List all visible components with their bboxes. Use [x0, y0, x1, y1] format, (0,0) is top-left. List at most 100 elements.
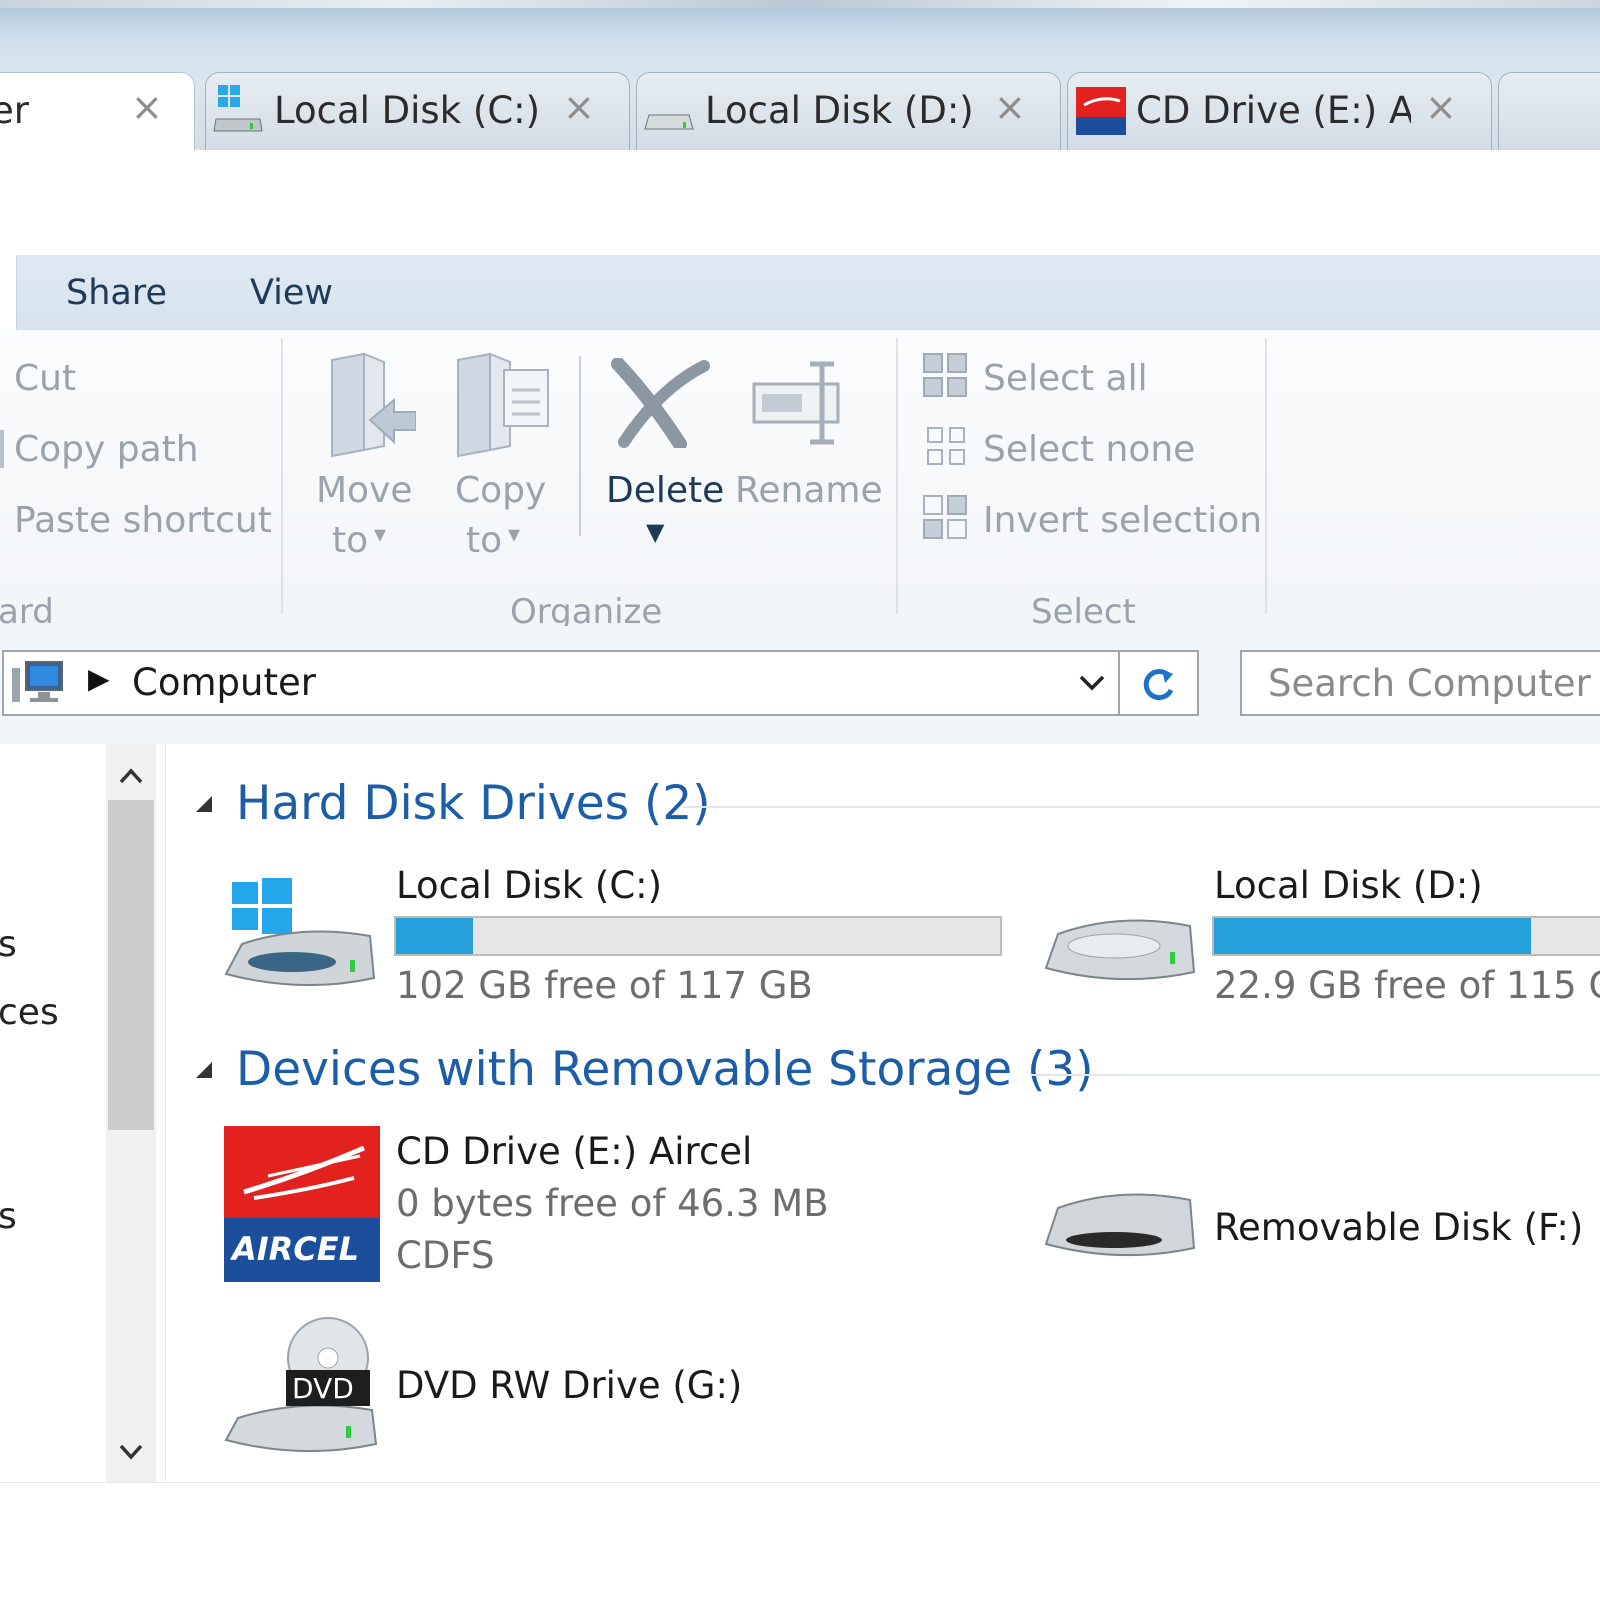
- collapse-arrow-icon[interactable]: [194, 794, 216, 816]
- drive-name: Local Disk (D:): [1214, 864, 1483, 907]
- tab-view[interactable]: View: [250, 273, 333, 313]
- rename-button[interactable]: Rename: [730, 342, 883, 562]
- refresh-button[interactable]: [1119, 650, 1199, 716]
- group-separator: [281, 338, 283, 614]
- search-placeholder: Search Computer: [1268, 662, 1591, 705]
- aircel-logo-icon: AIRCEL: [224, 1126, 380, 1282]
- drive-item-removable-f[interactable]: Removable Disk (F:): [1040, 1164, 1600, 1284]
- select-all-button[interactable]: Select all: [983, 358, 1148, 399]
- tab-new[interactable]: [1498, 72, 1600, 150]
- aircel-logo-text: AIRCEL: [232, 1230, 360, 1268]
- tab-label: er: [0, 89, 29, 132]
- search-input[interactable]: Search Computer: [1240, 650, 1600, 716]
- drive-item-dvd-g[interactable]: DVD DVD RW Drive (G:): [222, 1314, 922, 1464]
- copy-path-icon: [0, 430, 4, 468]
- invert-selection-button[interactable]: Invert selection: [983, 500, 1262, 541]
- aircel-swoosh-icon: [243, 1145, 365, 1200]
- ribbon-header-space: [0, 150, 1600, 255]
- move-to-label-2: to: [332, 520, 369, 561]
- delete-button[interactable]: Delete ▼: [600, 342, 724, 562]
- collapse-arrow-icon[interactable]: [194, 1060, 216, 1082]
- scroll-thumb[interactable]: [108, 800, 154, 1130]
- drive-item-c[interactable]: Local Disk (C:) 102 GB free of 117 GB: [222, 864, 1072, 1014]
- close-icon[interactable]: ×: [994, 87, 1026, 127]
- move-to-label: Move: [316, 470, 413, 511]
- drive-name: Removable Disk (F:): [1214, 1206, 1584, 1249]
- rename-icon: [752, 361, 840, 445]
- tab-label: Local Disk (C:): [274, 89, 541, 132]
- address-bar[interactable]: ▶ Computer: [2, 650, 1120, 716]
- drive-usage-fill: [396, 918, 474, 954]
- windows-drive-icon: [224, 878, 376, 987]
- select-none-button[interactable]: Select none: [983, 429, 1195, 470]
- group-separator: [1265, 338, 1267, 614]
- close-icon[interactable]: ×: [1425, 87, 1457, 127]
- hard-drive-icon: [1044, 919, 1196, 981]
- close-icon[interactable]: ×: [131, 87, 163, 127]
- move-to-icon: [331, 352, 416, 458]
- drive-filesystem: CDFS: [396, 1234, 495, 1277]
- drive-space-info: 22.9 GB free of 115 GB: [1214, 964, 1600, 1007]
- delete-label: Delete: [606, 470, 725, 511]
- tab-strip: er × Local Disk (C:) × Local Disk (D:) ×: [0, 0, 1600, 150]
- drive-usage-bar: [394, 916, 1002, 956]
- drive-name: Local Disk (C:): [396, 864, 663, 907]
- scroll-up-icon[interactable]: [118, 766, 144, 786]
- window-top-band: [0, 0, 1600, 8]
- rename-label: Rename: [735, 470, 883, 511]
- tab-share[interactable]: Share: [66, 273, 167, 313]
- tab-local-disk-d[interactable]: Local Disk (D:) ×: [636, 72, 1061, 150]
- ribbon-tab-row: Share View: [0, 255, 1600, 331]
- copy-to-label-2: to: [466, 520, 503, 561]
- copy-path-button[interactable]: Copy path: [14, 429, 199, 470]
- group-title-removable[interactable]: Devices with Removable Storage (3): [236, 1042, 1094, 1097]
- copy-to-button[interactable]: Copy to ▾: [450, 342, 550, 562]
- copy-to-icon: [457, 352, 549, 458]
- copy-to-label: Copy: [455, 470, 547, 511]
- aircel-icon: [1074, 83, 1128, 139]
- tab-local-disk-c[interactable]: Local Disk (C:) ×: [205, 72, 630, 150]
- windows-drive-icon: [212, 83, 266, 139]
- group-separator: [896, 338, 898, 614]
- chevron-down-icon[interactable]: [1078, 672, 1106, 694]
- breadcrumb-arrow-icon[interactable]: ▶: [88, 662, 110, 695]
- tab-computer[interactable]: er ×: [0, 72, 195, 150]
- move-to-button[interactable]: Move to ▾: [312, 342, 416, 562]
- nav-item-label[interactable]: ces: [0, 992, 59, 1033]
- close-icon[interactable]: ×: [563, 87, 595, 127]
- breadcrumb-computer[interactable]: Computer: [132, 661, 316, 704]
- paste-shortcut-button[interactable]: Paste shortcut: [14, 500, 272, 541]
- ribbon-body: Cut Copy path Paste shortcut ard Move to…: [0, 330, 1600, 632]
- drive-name: DVD RW Drive (G:): [396, 1364, 743, 1407]
- dvd-badge-label: DVD: [292, 1372, 354, 1405]
- drive-name: CD Drive (E:) Aircel: [396, 1130, 753, 1173]
- drive-space-info: 102 GB free of 117 GB: [396, 964, 813, 1007]
- refresh-icon: [1143, 669, 1174, 701]
- ribbon-tab-home[interactable]: [0, 255, 17, 330]
- dvd-badge: DVD: [286, 1370, 370, 1406]
- computer-icon: [12, 661, 63, 702]
- chevron-down-icon: ▼: [646, 518, 665, 546]
- delete-icon: [611, 358, 710, 448]
- cut-button[interactable]: Cut: [14, 358, 76, 399]
- tab-label: CD Drive (E:) Air: [1136, 89, 1411, 132]
- group-title-hdd[interactable]: Hard Disk Drives (2): [236, 776, 711, 831]
- hard-drive-icon: [643, 83, 697, 139]
- chevron-down-icon: ▾: [508, 520, 521, 548]
- tab-cd-drive-e[interactable]: CD Drive (E:) Air ×: [1067, 72, 1492, 150]
- tab-label: Local Disk (D:): [705, 89, 974, 132]
- nav-item-label[interactable]: s: [0, 924, 17, 965]
- removable-disk-icon: [1044, 1193, 1196, 1257]
- scroll-down-icon[interactable]: [118, 1442, 144, 1462]
- drive-usage-bar: [1212, 916, 1600, 956]
- select-none-icon: [927, 427, 965, 465]
- nav-item-label[interactable]: s: [0, 1196, 17, 1237]
- drive-item-cd-e[interactable]: AIRCEL CD Drive (E:) Aircel 0 bytes free…: [224, 1126, 984, 1286]
- group-divider: [1030, 1074, 1600, 1076]
- drive-item-d[interactable]: Local Disk (D:) 22.9 GB free of 115 GB: [1040, 864, 1600, 1014]
- drive-usage-fill: [1214, 918, 1531, 954]
- select-all-icon: [923, 353, 967, 397]
- invert-selection-icon: [923, 495, 967, 539]
- chevron-down-icon: ▾: [374, 520, 387, 548]
- group-divider: [682, 806, 1600, 808]
